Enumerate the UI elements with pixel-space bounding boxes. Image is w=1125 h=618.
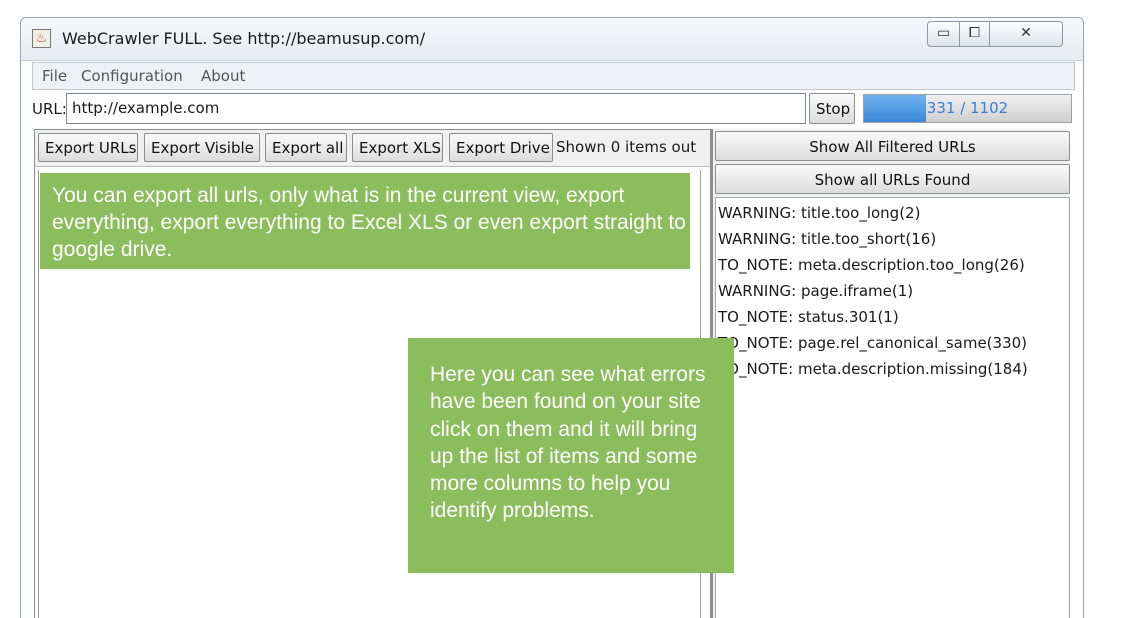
issue-item[interactable]: TO_NOTE: page.rel_canonical_same(330) — [716, 330, 1069, 356]
show-all-urls-button[interactable]: Show all URLs Found — [715, 164, 1070, 194]
issue-item[interactable]: TO_NOTE: meta.description.too_long(26) — [716, 252, 1069, 278]
minimize-button[interactable]: ▭ — [927, 21, 960, 47]
issue-item[interactable]: WARNING: title.too_short(16) — [716, 226, 1069, 252]
title-bar: ♨ WebCrawler FULL. See http://beamusup.c… — [21, 18, 1083, 61]
url-label: URL: — [32, 100, 67, 118]
maximize-button[interactable]: ⧠ — [959, 21, 990, 47]
crawl-progress-bar: 331 / 1102 — [863, 94, 1072, 123]
issues-panel: Show All Filtered URLs Show all URLs Fou… — [711, 129, 1070, 618]
shown-items-text: Shown 0 items out — [556, 138, 697, 156]
window-title: WebCrawler FULL. See http://beamusup.com… — [62, 29, 426, 48]
export-urls-button[interactable]: Export URLs — [38, 133, 138, 162]
show-filtered-urls-button[interactable]: Show All Filtered URLs — [715, 131, 1070, 161]
export-all-button[interactable]: Export all — [265, 133, 347, 162]
export-visible-button[interactable]: Export Visible — [144, 133, 260, 162]
close-button[interactable]: ✕ — [989, 21, 1063, 47]
url-input[interactable]: http://example.com — [66, 93, 806, 124]
menu-about[interactable]: About — [201, 67, 245, 85]
progress-text: 331 / 1102 — [926, 99, 1009, 117]
java-app-icon: ♨ — [32, 29, 51, 48]
export-toolbar: Export URLs Export Visible Export all Ex… — [35, 130, 710, 167]
issue-item[interactable]: WARNING: page.iframe(1) — [716, 278, 1069, 304]
issue-item[interactable]: WARNING: title.too_long(2) — [716, 200, 1069, 226]
issue-item[interactable]: TO_NOTE: status.301(1) — [716, 304, 1069, 330]
export-drive-button[interactable]: Export Drive — [449, 133, 553, 162]
menu-bar: File Configuration About — [32, 62, 1075, 90]
export-tip-callout: You can export all urls, only what is in… — [40, 173, 690, 269]
errors-tip-callout: Here you can see what errors have been f… — [408, 338, 734, 573]
issue-item[interactable]: TO_NOTE: meta.description.missing(184) — [716, 356, 1069, 382]
menu-configuration[interactable]: Configuration — [81, 67, 183, 85]
issues-list: WARNING: title.too_long(2) WARNING: titl… — [715, 197, 1070, 618]
menu-file[interactable]: File — [42, 67, 67, 85]
stop-button[interactable]: Stop — [809, 93, 855, 124]
export-xls-button[interactable]: Export XLS — [352, 133, 443, 162]
url-row: URL: http://example.com Stop 331 / 1102 — [32, 92, 1075, 128]
